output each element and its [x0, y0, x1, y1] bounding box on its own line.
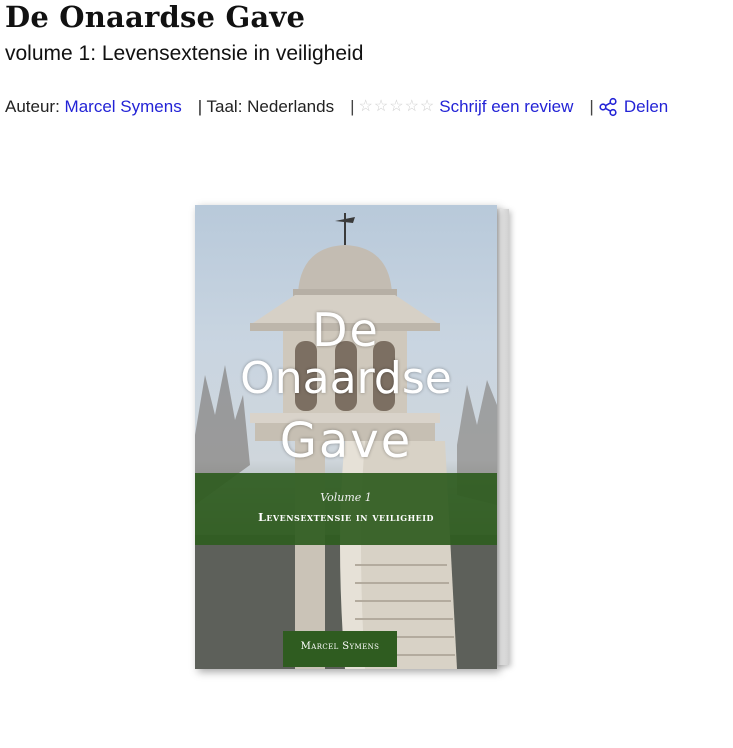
- write-review-link[interactable]: Schrijf een review: [439, 97, 573, 117]
- cover-author: Marcel Symens: [300, 641, 380, 652]
- cover-title-line2: Onaardse: [240, 353, 452, 404]
- rating-stars: ☆ ☆ ☆ ☆ ☆: [359, 99, 435, 115]
- author-link[interactable]: Marcel Symens: [65, 97, 182, 117]
- separator: |: [589, 97, 594, 116]
- share-label: Delen: [623, 97, 669, 116]
- star-outline-icon: ☆: [358, 98, 373, 115]
- book-cover-image[interactable]: De Onaardse Gave Volume 1 Levensextensie…: [195, 205, 509, 669]
- cover-volume: Volume 1: [320, 491, 372, 504]
- book-cover: De Onaardse Gave Volume 1 Levensextensie…: [195, 205, 497, 669]
- star-outline-icon: ☆: [419, 98, 435, 115]
- product-title: De Onaardse Gave: [5, 0, 306, 34]
- separator: |: [350, 97, 355, 116]
- language-info: | Taal: Nederlands: [197, 97, 335, 116]
- star-outline-icon: ☆: [404, 98, 419, 115]
- product-subtitle: volume 1: Levensextensie in veiligheid: [5, 42, 364, 65]
- share-icon: [599, 97, 617, 117]
- cover-green-band: [195, 473, 497, 545]
- product-meta-bar: Auteur: Marcel Symens | Taal: Nederlands…: [5, 96, 668, 118]
- share-button[interactable]: Delen: [598, 97, 668, 117]
- cover-subtitle: Levensextensie in veiligheid: [258, 511, 434, 524]
- star-outline-icon: ☆: [373, 98, 389, 115]
- cover-title-line3: Gave: [279, 413, 413, 469]
- star-outline-icon: ☆: [389, 98, 404, 115]
- cover-title-line1: De: [312, 303, 380, 357]
- author-label: Auteur:: [5, 97, 60, 116]
- book-pages: [495, 209, 509, 665]
